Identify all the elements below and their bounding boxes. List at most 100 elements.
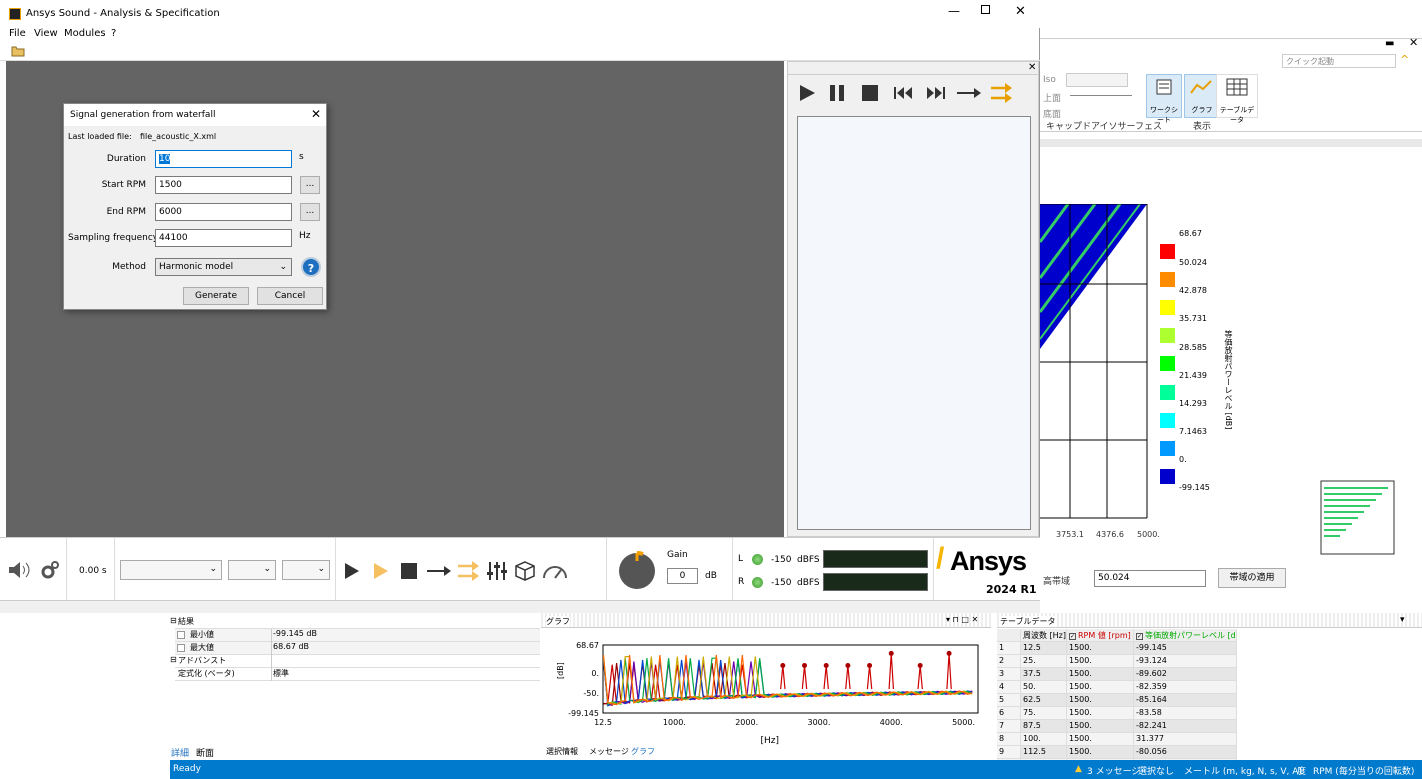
results-group-row[interactable]: ⊟ 結果 [170,616,540,629]
table-dropdown-icon[interactable]: ▾ [1400,615,1405,625]
skip-forward-icon[interactable] [925,84,947,102]
divider [606,538,607,601]
quick-launch-input[interactable]: クイック起動 [1282,54,1396,68]
duration-input[interactable]: 10 [155,150,292,168]
duration-label: Duration [106,154,146,164]
start-rpm-browse-button[interactable]: ... [300,176,320,194]
arrow-right-icon[interactable] [956,84,982,102]
tab-details[interactable]: 詳細 [171,746,189,759]
table-cell: 1500. [1067,720,1134,733]
status-units[interactable]: メートル (m, kg, N, s, V, A) [1184,764,1302,777]
table-cell: 31.377 [1134,733,1237,746]
formula-row[interactable]: 定式化 (ベータ) 標準 [175,668,540,681]
gauge-icon[interactable] [542,562,568,580]
player-close-icon[interactable]: ✕ [1028,62,1036,73]
y-tick-label: 68.67 [576,641,599,650]
iso-slider[interactable] [1070,95,1132,96]
tab-graph[interactable]: グラフ [631,746,655,757]
status-messages[interactable]: 3 メッセージ [1087,764,1140,777]
gain-input[interactable]: 0 [667,568,698,584]
table-cell: 112.5 [1021,746,1067,759]
gain-knob[interactable] [617,551,657,591]
divider [66,538,67,601]
play-icon[interactable] [343,562,361,580]
graph-panel-controls[interactable]: ▾ ⊓ □ ✕ [946,615,978,624]
generate-button[interactable]: Generate [183,287,249,305]
menu-file[interactable]: File [9,28,26,39]
skip-back-icon[interactable] [893,84,915,102]
table-title: テーブルデータ [1000,616,1056,627]
tab-messages[interactable]: メッセージ [589,746,629,757]
left-level-value: -150 [771,555,792,565]
x-tick-label: 3000. [808,718,831,727]
table-cell: 3 [997,668,1021,681]
formula-value: 標準 [273,669,289,678]
table-cell: 37.5 [1021,668,1067,681]
close-icon[interactable]: ✕ [1015,4,1026,19]
maximize-icon[interactable] [981,5,990,14]
last-loaded-label: Last loaded file: [68,132,132,141]
speaker-icon[interactable] [8,561,32,579]
table-cell: -83.58 [1134,707,1237,720]
play-selection-icon[interactable] [372,562,390,580]
minimize-icon[interactable]: — [948,4,960,18]
high-band-input[interactable]: 50.024 [1094,570,1206,587]
end-rpm-input[interactable]: 6000 [155,203,292,221]
x-tick-3: 5000. [1137,530,1160,539]
table-icon [1226,78,1248,96]
open-folder-icon[interactable] [11,45,25,57]
sampling-frequency-input[interactable]: 44100 [155,229,292,247]
chart-peak-marker [917,663,923,669]
loop-icon[interactable] [989,82,1015,104]
chevron-up-icon[interactable]: ^ [1400,53,1409,66]
output-select[interactable]: ⌄ [282,560,330,580]
signal-select[interactable]: ⌄ [228,560,276,580]
help-icon[interactable]: ? [301,257,321,277]
play-icon[interactable] [798,84,818,102]
cube-icon[interactable] [514,560,536,582]
menu-help[interactable]: ? [111,28,116,39]
stop-icon[interactable] [400,562,418,580]
minimize-icon[interactable]: ▬ [1385,38,1394,49]
tab-selection-info[interactable]: 選択情報 [546,746,578,757]
status-angle[interactable]: 度 [1297,764,1306,777]
stop-icon[interactable] [861,84,881,102]
menu-modules[interactable]: Modules [64,28,106,39]
graph-title: グラフ [546,616,570,627]
menu-view[interactable]: View [34,28,58,39]
end-rpm-browse-button[interactable]: ... [300,203,320,221]
iso-input[interactable] [1066,73,1128,87]
ansys-logo: / Ansys [936,542,1027,576]
tab-section[interactable]: 断面 [196,746,214,759]
cancel-button[interactable]: Cancel [257,287,323,305]
apply-band-button[interactable]: 帯域の適用 [1218,568,1286,588]
channel-select[interactable]: ⌄ [120,560,222,580]
graph-label: グラフ [1191,106,1213,114]
legend-value: 21.439 [1179,371,1207,380]
start-rpm-input[interactable]: 1500 [155,176,292,194]
table-cell: 1 [997,642,1021,655]
table-cell: 9 [997,746,1021,759]
advanced-header: アドバンスト [178,656,227,665]
arrow-right-icon[interactable] [426,562,452,580]
method-select[interactable]: Harmonic model ⌄ [155,258,292,276]
equalizer-icon[interactable] [486,560,508,582]
table-data-grid: 周波数 [Hz] ✓ RPM 値 [rpm] ✓ 等価放射パワーレベル [dB] 1 12.… [997,629,1237,773]
table-cell: 5 [997,694,1021,707]
chevron-down-icon: ⌄ [263,564,271,574]
chart-peak-marker [845,663,851,669]
advanced-group-row[interactable]: ⊟ アドバンスト [170,655,540,668]
min-checkbox[interactable] [177,631,185,639]
max-checkbox[interactable] [177,644,185,652]
close-icon[interactable]: ✕ [1409,36,1418,49]
upper-label: 上面 [1043,94,1062,104]
legend-value: 0. [1179,455,1187,464]
pause-icon[interactable] [828,84,848,102]
dialog-close-icon[interactable]: ✕ [311,107,321,121]
loop-icon[interactable] [456,560,482,582]
table-cell: 12.5 [1021,642,1067,655]
settings-icon[interactable] [40,560,60,580]
status-rpm[interactable]: RPM (毎分当りの回転数) [1313,764,1414,777]
toolbar [0,42,1040,61]
right-level-meter [823,573,928,591]
